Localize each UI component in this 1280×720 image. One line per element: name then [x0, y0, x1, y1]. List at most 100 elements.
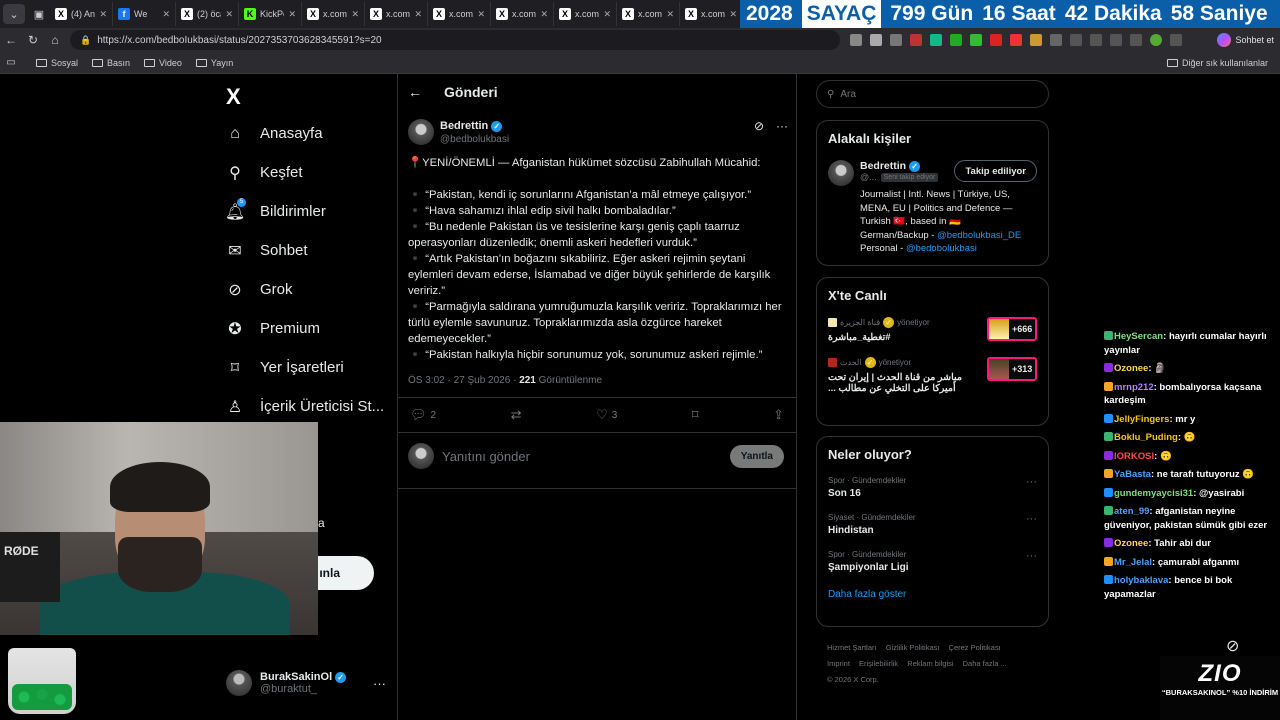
extension-icon[interactable]	[990, 34, 1002, 46]
chat-username[interactable]: aten_99	[1114, 506, 1149, 517]
live-item[interactable]: قناة الجزيرة ✓ yönetiyor #تغطية_مباشرة +66…	[828, 317, 1037, 343]
like-button[interactable]: ♡ 3	[596, 407, 617, 423]
nav-item-home[interactable]: ⌂ Anasayfa	[226, 114, 384, 153]
footer-link[interactable]: Gizlilik Politikası	[886, 643, 940, 652]
footer-link[interactable]: Hizmet Şartları	[827, 643, 877, 652]
home-icon[interactable]: ⌂	[44, 33, 66, 47]
extension-icon[interactable]	[1050, 34, 1062, 46]
browser-tab[interactable]: Xx.com/✕	[302, 2, 365, 26]
url-field[interactable]: 🔒 https://x.com/bedboIukbasi/status/2027…	[70, 30, 840, 50]
trend-item[interactable]: Spor · Gündemdekiler Son 16 ···	[828, 476, 1037, 499]
bio-link[interactable]: @bedbolukbasi_DE	[937, 230, 1021, 241]
repost-button[interactable]: ⇄	[511, 407, 522, 423]
browser-tab[interactable]: X (2) öca ✕	[176, 2, 239, 26]
refresh-icon[interactable]: ↻	[22, 33, 44, 47]
bookmark-folder[interactable]: Yayın	[195, 58, 233, 68]
browser-tab[interactable]: Xx.com/✕	[617, 2, 680, 26]
bio-link[interactable]: @bedobolukbasi	[906, 243, 977, 254]
favorites-icon[interactable]	[1090, 34, 1102, 46]
footer-link[interactable]: Daha fazla ...	[963, 659, 1007, 668]
trend-item[interactable]: Spor · Gündemdekiler Şampiyonlar Ligi ···	[828, 550, 1037, 573]
chat-username[interactable]: Ozonee	[1114, 538, 1148, 549]
related-person[interactable]: Bedrettin ✓ @... Seni takip ediyor Takip e…	[828, 160, 1037, 186]
nav-item-bookmarks[interactable]: ⌑ Yer İşaretleri	[226, 348, 384, 387]
tab-list-chevron-icon[interactable]: ⌄	[3, 4, 25, 24]
live-item[interactable]: الحدث ✓ yönetiyor مباشر من قناة الحدث | إي…	[828, 357, 1037, 394]
chat-username[interactable]: gundemyaycisi31	[1114, 488, 1193, 499]
nav-item-notifications[interactable]: 🔔︎ 5 Bildirimler	[225, 192, 384, 231]
tab-close-icon[interactable]: ✕	[99, 9, 107, 20]
chat-username[interactable]: HeySercan	[1114, 331, 1163, 342]
tab-close-icon[interactable]: ✕	[477, 9, 485, 20]
chat-username[interactable]: Mr_Jelal	[1114, 557, 1152, 568]
chat-username[interactable]: lORKOSl	[1114, 451, 1154, 462]
tab-close-icon[interactable]: ✕	[603, 9, 611, 20]
reply-submit-button[interactable]: Yanıtla	[729, 444, 784, 468]
post-timestamp[interactable]: ÖS 3:02 · 27 Şub 2026 ·	[408, 375, 519, 386]
browser-tab[interactable]: Xx.com/✕	[680, 2, 743, 26]
extension-icon[interactable]	[850, 34, 862, 46]
extension-icon[interactable]	[1010, 34, 1022, 46]
downloads-icon[interactable]	[1130, 34, 1142, 46]
nav-item-creator-studio[interactable]: ♙ İçerik Üreticisi St...	[226, 387, 384, 426]
nav-item-grok[interactable]: ⊘ Grok	[226, 270, 384, 309]
search-input[interactable]: ⚲ Ara	[816, 80, 1049, 108]
author-handle[interactable]: @bedbolukbasi	[440, 134, 509, 145]
footer-link[interactable]: Çerez Politikası	[949, 643, 1001, 652]
account-switcher[interactable]: BurakSakinOl ✓ @buraktut_ ···	[226, 670, 386, 696]
other-bookmarks[interactable]: Diğer sık kullanılanlar	[1166, 58, 1268, 68]
nav-item-more-partial[interactable]: a	[318, 516, 325, 530]
extension-icon[interactable]	[1030, 34, 1042, 46]
more-icon[interactable]: ···	[1026, 550, 1037, 573]
extension-icon[interactable]	[970, 34, 982, 46]
tab-close-icon[interactable]: ✕	[162, 9, 170, 20]
extension-icon[interactable]	[950, 34, 962, 46]
back-icon[interactable]: ←	[0, 33, 22, 47]
browser-tab[interactable]: Xx.com/✕	[365, 2, 428, 26]
avatar[interactable]	[408, 119, 434, 145]
nav-item-explore[interactable]: ⚲ Keşfet	[226, 153, 384, 192]
chat-username[interactable]: JellyFingers	[1114, 414, 1169, 425]
author-name[interactable]: Bedrettin ✓	[440, 120, 509, 132]
tab-close-icon[interactable]: ✕	[540, 9, 548, 20]
chat-username[interactable]: Ozonee	[1114, 363, 1148, 374]
nav-item-premium[interactable]: ✪ Premium	[226, 309, 384, 348]
footer-link[interactable]: Erişilebilirlik	[859, 659, 898, 668]
more-icon[interactable]: ···	[373, 676, 386, 691]
trend-item[interactable]: Siyaset · Gündemdekiler Hindistan ···	[828, 513, 1037, 536]
x-logo[interactable]: X	[226, 84, 241, 110]
star-icon[interactable]	[890, 34, 902, 46]
footer-link[interactable]: Reklam bilgisi	[907, 659, 953, 668]
chat-username[interactable]: Boklu_Puding	[1114, 432, 1178, 443]
bookmark-folder[interactable]: Basın	[92, 58, 130, 68]
more-icon[interactable]: ···	[1026, 476, 1037, 499]
menu-dots-icon[interactable]	[1170, 34, 1182, 46]
extension-icon[interactable]	[910, 34, 922, 46]
browser-tab[interactable]: f We ✕	[113, 2, 176, 26]
following-button[interactable]: Takip ediliyor	[954, 160, 1037, 182]
grok-icon[interactable]: ⊘	[754, 119, 764, 133]
browser-tab[interactable]: K KickPe ✕	[239, 2, 302, 26]
extension-icon[interactable]	[930, 34, 942, 46]
sidebar-toggle-icon[interactable]: ▭	[0, 57, 22, 68]
tab-close-icon[interactable]: ✕	[288, 9, 296, 20]
bookmark-folder[interactable]: Video	[144, 58, 182, 68]
tab-close-icon[interactable]: ✕	[225, 9, 233, 20]
share-button[interactable]: ⇪	[773, 407, 784, 423]
split-view-icon[interactable]	[1070, 34, 1082, 46]
chat-username[interactable]: YaBasta	[1114, 469, 1151, 480]
nav-item-messages[interactable]: ✉ Sohbet	[226, 231, 384, 270]
tab-close-icon[interactable]: ✕	[666, 9, 674, 20]
browser-tab[interactable]: Xx.com/✕	[554, 2, 617, 26]
collections-icon[interactable]	[1110, 34, 1122, 46]
chat-username[interactable]: mrnp212	[1114, 382, 1154, 393]
footer-link[interactable]: Imprint	[827, 659, 850, 668]
more-icon[interactable]: ···	[776, 119, 788, 133]
tab-close-icon[interactable]: ✕	[729, 9, 737, 20]
reply-button[interactable]: 💬︎ 2	[410, 407, 436, 423]
more-icon[interactable]: ···	[1026, 513, 1037, 536]
bookmark-folder[interactable]: Sosyal	[36, 58, 78, 68]
chat-username[interactable]: holybaklava	[1114, 575, 1168, 586]
tab-close-icon[interactable]: ✕	[414, 9, 422, 20]
tab-close-icon[interactable]: ✕	[351, 9, 359, 20]
